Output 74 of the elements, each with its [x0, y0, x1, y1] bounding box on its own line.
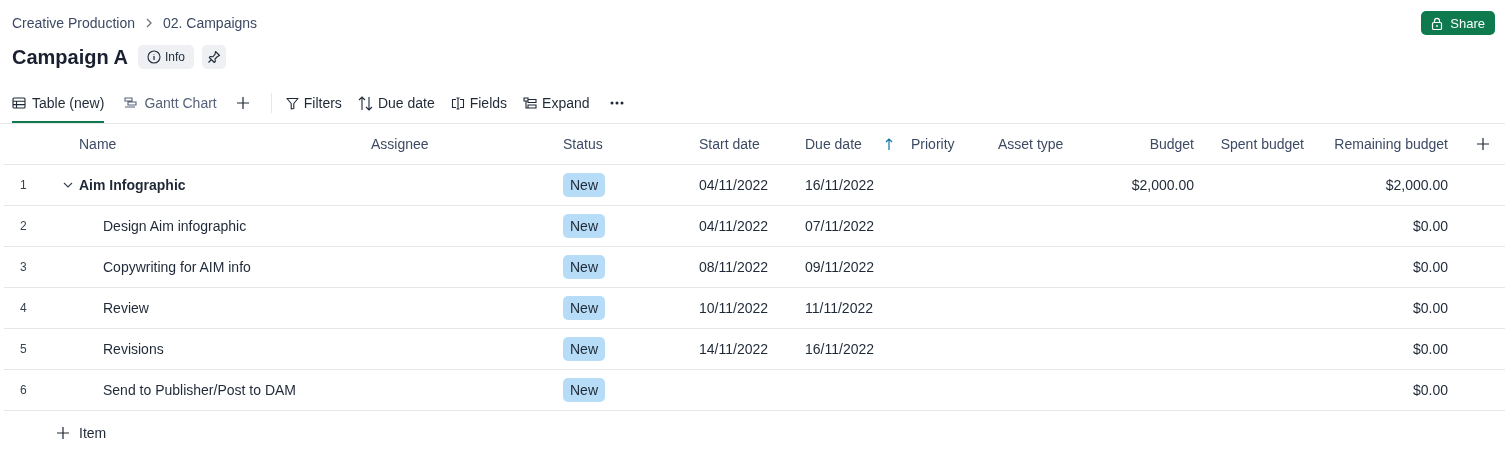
row-number: 6 [20, 383, 27, 397]
item-name[interactable]: Send to Publisher/Post to DAM [103, 382, 296, 398]
table-cell: $0.00 [1412, 382, 1448, 398]
breadcrumb-link[interactable]: Creative Production [12, 15, 135, 31]
row-number: 2 [20, 219, 27, 233]
table-cell: 09/11/2022 [805, 259, 875, 275]
chevron-down-icon[interactable] [63, 182, 73, 188]
item-name[interactable]: Design Aim infographic [103, 218, 247, 234]
column-header[interactable]: Priority [911, 136, 955, 152]
toolbar-button[interactable]: Fields [450, 95, 516, 111]
plus-icon [57, 427, 69, 439]
status-badge[interactable]: New [563, 337, 605, 361]
table-cell: $0.00 [1412, 341, 1448, 357]
chevron-right-icon [144, 18, 153, 28]
column-header[interactable]: Assignee [371, 136, 429, 152]
status-badge[interactable]: New [563, 255, 605, 279]
view-tab[interactable]: Table (new) [12, 83, 105, 123]
expand-icon [523, 96, 538, 110]
column-header[interactable]: Name [79, 136, 117, 152]
sort-icon [357, 95, 373, 111]
table-cell: 16/11/2022 [805, 177, 875, 193]
row-number: 4 [20, 301, 27, 315]
table-cell: $2,000.00 [1131, 177, 1194, 193]
table-cell: $0.00 [1412, 218, 1448, 234]
plus-icon [236, 97, 249, 109]
toolbar-button[interactable]: Due date [357, 95, 443, 111]
filter-icon [285, 96, 299, 110]
row-number: 1 [20, 178, 27, 192]
page-title: Campaign A [12, 45, 128, 69]
item-name[interactable]: Review [103, 300, 149, 316]
toolbar-button[interactable]: Filters [285, 95, 350, 111]
lock-icon [1431, 16, 1444, 30]
pin-button[interactable] [201, 45, 226, 69]
table-cell: $0.00 [1412, 300, 1448, 316]
toolbar-button[interactable]: Expand [523, 95, 598, 111]
column-header[interactable]: Spent budget [1220, 136, 1304, 152]
pin-icon [206, 50, 221, 64]
row-number: 3 [20, 260, 27, 274]
column-header[interactable]: Status [563, 136, 603, 152]
table-cell: 14/11/2022 [699, 341, 769, 357]
table-cell: $2,000.00 [1385, 177, 1448, 193]
view-tab[interactable]: Gantt Chart [124, 83, 217, 123]
status-badge[interactable]: New [563, 296, 605, 320]
status-badge[interactable]: New [563, 173, 605, 197]
status-badge[interactable]: New [563, 214, 605, 238]
gantt-icon [124, 97, 139, 109]
status-badge[interactable]: New [563, 378, 605, 402]
column-header[interactable]: Asset type [998, 136, 1064, 152]
table-cell: 10/11/2022 [699, 300, 769, 316]
table-cell: 16/11/2022 [805, 341, 875, 357]
sort-arrow-icon[interactable] [885, 137, 893, 151]
column-header[interactable]: Remaining budget [1334, 136, 1448, 152]
table-cell: 08/11/2022 [699, 259, 769, 275]
more-icon [609, 101, 624, 105]
item-name[interactable]: Copywriting for AIM info [103, 259, 251, 275]
breadcrumb-link[interactable]: 02. Campaigns [162, 15, 258, 31]
share-button[interactable]: Share [1421, 11, 1495, 35]
info-icon [146, 50, 161, 64]
columns-icon [450, 96, 465, 110]
table-cell: $0.00 [1412, 259, 1448, 275]
table-cell: 07/11/2022 [805, 218, 875, 234]
table-cell: 11/11/2022 [805, 300, 873, 316]
plus-icon [1476, 138, 1489, 150]
column-header[interactable]: Budget [1149, 136, 1194, 152]
column-header[interactable]: Due date [805, 136, 862, 152]
column-header[interactable]: Start date [699, 136, 760, 152]
row-number: 5 [20, 342, 27, 356]
info-button[interactable]: Info [137, 45, 194, 69]
item-name[interactable]: Aim Infographic [79, 177, 186, 193]
table-cell: 04/11/2022 [699, 218, 769, 234]
table-icon [12, 97, 26, 109]
table-cell: 04/11/2022 [699, 177, 769, 193]
item-name[interactable]: Revisions [103, 341, 164, 357]
add-item-button[interactable]: Item [57, 425, 107, 441]
